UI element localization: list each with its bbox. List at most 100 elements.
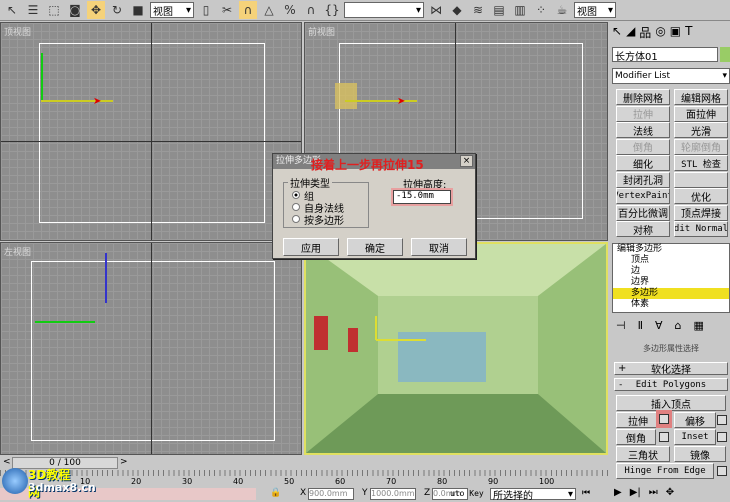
lock-icon[interactable]: 🔒 [270,488,281,498]
modifier-button[interactable]: 轮廓倒角 [674,138,728,155]
display-tab-icon[interactable]: ▣ [670,24,681,41]
remove-modifier-icon[interactable]: ⌂ [675,319,682,332]
rect-select-icon[interactable]: ⬚ [45,1,63,19]
radio-by-polygon[interactable]: 按多边形 [292,213,344,227]
triangulate-button[interactable]: 三角状 [616,446,670,462]
modifier-button[interactable]: 优化 [674,188,728,204]
inset-button[interactable]: Inset [674,429,716,445]
mirror-button[interactable]: 镜像 [674,446,726,462]
render-view-select[interactable]: 视图 ▾ [574,2,616,18]
layers-icon[interactable]: ≋ [469,1,487,19]
align-icon[interactable]: ◆ [448,1,466,19]
move-icon[interactable]: ✥ [87,1,105,19]
select-by-name-icon[interactable]: ☰ [24,1,42,19]
stack-subobject-item[interactable]: 边界 [613,277,729,288]
auto-key-button[interactable]: uto Key [450,489,484,498]
modifier-button[interactable]: STL 检查 [674,155,728,171]
height-input[interactable]: -15.0mm [393,190,451,204]
stack-subobject-item[interactable]: 边 [613,266,729,277]
modifier-button[interactable]: 封闭孔洞 [616,171,670,188]
modifier-button[interactable]: 光滑 [674,122,728,138]
modifier-button[interactable]: dit Normal [674,221,728,237]
utilities-tab-icon[interactable]: T [685,24,692,41]
time-slider-track[interactable]: < 0 / 100 > [0,456,608,470]
pin-stack-icon[interactable]: ⊣ [616,319,626,332]
modifier-button[interactable] [674,171,728,188]
stack-subobject-item[interactable]: 多边形 [613,288,729,299]
ok-button[interactable]: 确定 [347,238,403,256]
stack-modifier-item[interactable]: 编辑多边形 [613,244,729,255]
soft-selection-rollout[interactable]: + 软化选择 [614,362,728,375]
percent-snap-icon[interactable]: % [281,1,299,19]
modifier-button[interactable]: 法线 [616,122,670,138]
modifier-button[interactable]: 顶点焊接 [674,204,728,221]
close-icon[interactable]: × [460,155,473,167]
modifier-button[interactable]: 倒角 [616,138,670,155]
modifier-button[interactable]: 拉伸 [616,105,670,122]
extrude-settings-button[interactable] [659,414,669,424]
insert-vertex-button[interactable]: 插入顶点 [616,395,726,411]
snap-3d-icon[interactable]: ∩ [239,1,257,19]
spinner-snap-icon[interactable]: ∩ [302,1,320,19]
render-setup-icon[interactable]: ☕ [553,1,571,19]
object-name-input[interactable]: 长方体01 [612,47,718,63]
modifier-list-select[interactable]: Modifier List ▾ [612,68,730,84]
modifier-button[interactable]: 编辑网格 [674,89,728,105]
schematic-icon[interactable]: ▥ [511,1,529,19]
select-icon[interactable]: ↖ [3,1,21,19]
viewport-left[interactable]: 左视图 [0,242,302,455]
height-spinner[interactable]: -15.0mm [391,188,453,206]
material-editor-icon[interactable]: ⁘ [532,1,550,19]
pan-icon[interactable]: ✥ [666,487,674,498]
named-selection-select[interactable]: ▾ [344,2,424,18]
next-frame-icon[interactable]: ▶| [630,487,641,498]
named-selection-icon[interactable]: {} [323,1,341,19]
show-end-result-icon[interactable]: Ⅱ [638,319,643,332]
angle-snap-icon[interactable]: △ [260,1,278,19]
rotate-icon[interactable]: ↻ [108,1,126,19]
mirror-icon[interactable]: ⋈ [427,1,445,19]
modifier-button[interactable]: 细化 [616,155,670,171]
modifier-button[interactable]: 删除网格 [616,89,670,105]
apply-button[interactable]: 应用 [283,238,339,256]
extrude-button[interactable]: 拉伸 [616,412,660,428]
scale-icon[interactable]: ■ [129,1,147,19]
hierarchy-tab-icon[interactable]: 品 [639,24,651,41]
bevel-settings-button[interactable] [659,432,669,442]
viewport-top[interactable]: 顶视图 ➤ [0,22,302,241]
key-filter-select[interactable]: 所选择的 ▾ [490,488,576,502]
bevel-button[interactable]: 倒角 [616,429,656,445]
x-coord-input[interactable]: 900.0mm [308,488,354,500]
modifier-button[interactable]: 对称 [616,221,670,237]
make-unique-icon[interactable]: ∀ [655,319,663,332]
stack-subobject-item[interactable]: 体素 [613,299,729,310]
motion-tab-icon[interactable]: ◎ [655,24,665,41]
modifier-stack[interactable]: 编辑多边形 顶点边边界 多边形 体素 [612,243,730,313]
link-icon[interactable]: ✂ [218,1,236,19]
edit-polygons-rollout[interactable]: - Edit Polygons [614,378,728,391]
cancel-button[interactable]: 取消 [411,238,467,256]
modifier-button[interactable]: VertexPaint [616,188,670,204]
create-tab-icon[interactable]: ↖ [612,24,622,41]
window-crossing-icon[interactable]: ◙ [66,1,84,19]
curve-editor-icon[interactable]: ▤ [490,1,508,19]
stack-subobject-item[interactable]: 顶点 [613,255,729,266]
pivot-icon[interactable]: ▯ [197,1,215,19]
outline-button[interactable]: 偏移 [674,412,716,428]
coord-system-select[interactable]: 视图 ▾ [150,2,194,18]
object-color-swatch[interactable] [720,47,730,62]
configure-icon[interactable]: ▦ [694,319,704,332]
modifier-button[interactable]: 面拉伸 [674,105,728,122]
modify-tab-icon[interactable]: ◢ [626,24,635,41]
y-coord-input[interactable]: 1000.0mm [370,488,416,500]
outline-settings-button[interactable] [717,415,727,425]
next-frame-icon[interactable]: > [120,457,128,467]
inset-settings-button[interactable] [717,432,727,442]
hinge-settings-button[interactable] [717,466,727,476]
hinge-from-edge-button[interactable]: Hinge From Edge [616,463,714,479]
play-icon[interactable]: ▶ [614,487,622,498]
end-icon[interactable]: ⏭ [649,487,658,498]
modifier-button[interactable]: 百分比微调 [616,204,670,221]
viewport-perspective[interactable] [304,242,608,455]
go-to-start-icon[interactable]: ⏮ [582,488,590,498]
